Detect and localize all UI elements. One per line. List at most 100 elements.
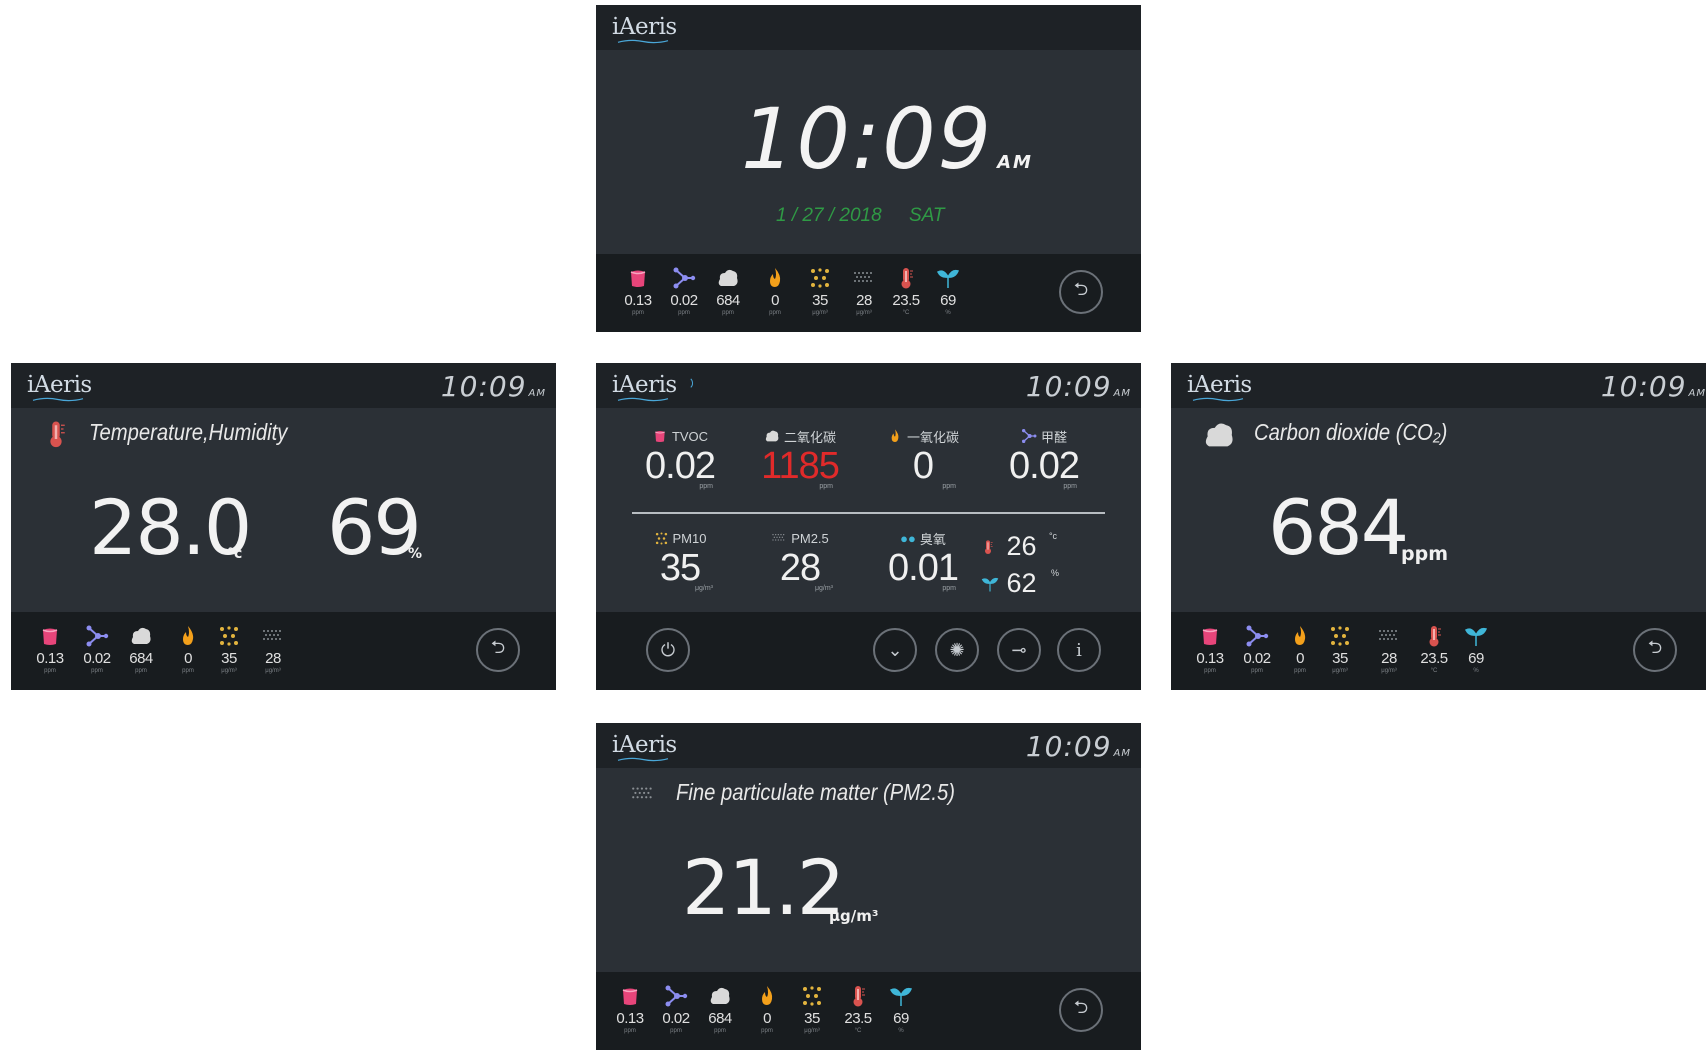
key-icon: ⊸ xyxy=(1011,639,1027,660)
formaldehyde-icon xyxy=(85,624,109,648)
pm25-cell: PM2.5 28 μg/m³ xyxy=(745,529,855,592)
mini-tvoc: 0.13 ppm xyxy=(1188,624,1232,674)
pm10-dots-icon xyxy=(800,984,824,1008)
mini-pm10: 35 μg/m³ xyxy=(207,624,251,674)
co2-value: 1185 xyxy=(761,445,840,487)
co2-cloud-icon xyxy=(129,624,153,648)
header-bar: iAeris ◝ 10:09 AM xyxy=(596,363,1141,408)
back-button[interactable]: ⮌ xyxy=(1059,270,1103,314)
mini-tvoc: 0.13 ppm xyxy=(28,624,72,674)
temp-value: 26 xyxy=(1006,531,1037,561)
logo-wave-icon xyxy=(29,397,87,402)
brand-logo: iAeris xyxy=(1187,372,1252,398)
back-button[interactable]: ⮌ xyxy=(476,628,520,672)
mini-co2: 684 ppm xyxy=(706,266,750,316)
back-icon: ⮌ xyxy=(490,637,506,657)
header-clock: 10:09 AM xyxy=(1025,730,1131,763)
tvoc-icon xyxy=(626,266,650,290)
info-icon: i xyxy=(1076,639,1082,661)
info-button[interactable]: i xyxy=(1057,628,1101,672)
mini-pm10: 35 μg/m³ xyxy=(790,984,834,1034)
clock-time: 10:09 AM xyxy=(741,90,1033,188)
back-icon: ⮌ xyxy=(1073,279,1089,299)
back-icon: ⮌ xyxy=(1073,997,1089,1017)
hcho-value: 0.02 xyxy=(1009,445,1080,487)
humidity-leaf-icon xyxy=(936,266,960,290)
co-flame-icon xyxy=(1288,624,1312,648)
co-flame-icon xyxy=(755,984,779,1008)
thermometer-icon xyxy=(980,537,996,557)
back-button[interactable]: ⮌ xyxy=(1059,988,1103,1032)
logo-wave-icon xyxy=(614,757,672,762)
back-button[interactable]: ⮌ xyxy=(1633,628,1677,672)
brightness-button[interactable]: ✺ xyxy=(935,628,979,672)
humidity-value: 69 xyxy=(327,483,422,572)
pm10-dots-icon xyxy=(808,266,832,290)
logo-wave-icon xyxy=(614,397,672,402)
clock-weekday: SAT xyxy=(908,205,945,226)
tvoc-icon xyxy=(652,428,668,444)
mini-hcho: 0.02 ppm xyxy=(75,624,119,674)
clock-ampm: AM xyxy=(997,152,1033,173)
co-value: 0 xyxy=(912,445,934,487)
power-button[interactable]: ⏻ xyxy=(646,628,690,672)
pm25-dots-icon xyxy=(1377,624,1401,648)
pm25-dots-icon xyxy=(852,266,876,290)
tvoc-icon xyxy=(1198,624,1222,648)
power-icon: ⏻ xyxy=(660,639,676,660)
pm10-dots-icon xyxy=(217,624,241,648)
brand-logo: iAeris xyxy=(612,732,677,758)
temp-cell: 26 °c xyxy=(980,531,1057,562)
co2-unit: ppm xyxy=(1401,543,1448,565)
humidity-cell: 62 % xyxy=(980,568,1059,599)
sensor-bar: 0.13 ppm 0.02 ppm 684 ppm 0 ppm 35 μg/m³ 23.5… xyxy=(596,972,1141,1050)
pm25-screen: iAeris 10:09 AM Fine particulate matter (… xyxy=(596,723,1141,1050)
settings-button[interactable]: ⊸ xyxy=(997,628,1041,672)
humidity-leaf-icon xyxy=(1464,624,1488,648)
mini-tvoc: 0.13 ppm xyxy=(608,984,652,1034)
humidity-leaf-icon xyxy=(980,575,1000,593)
mini-pm25: 28 μg/m³ xyxy=(251,624,295,674)
dashboard-screen: iAeris ◝ 10:09 AM TVOC 0.02 ppm 二氧化碳 1185… xyxy=(596,363,1141,690)
mini-hum: 69% xyxy=(1454,624,1498,674)
formaldehyde-icon xyxy=(672,266,696,290)
pm25-dots-icon xyxy=(627,781,659,807)
ozone-icon: ●● xyxy=(900,530,916,546)
mini-pm25: 28 μg/m³ xyxy=(842,266,886,316)
formaldehyde-icon xyxy=(1245,624,1269,648)
pm10-value: 35 xyxy=(659,547,701,589)
mini-hum: 69% xyxy=(879,984,923,1034)
thermometer-icon xyxy=(41,418,71,450)
tvoc-icon xyxy=(38,624,62,648)
mini-co: 0 ppm xyxy=(166,624,210,674)
formaldehyde-icon xyxy=(664,984,688,1008)
back-icon: ⮌ xyxy=(1647,637,1663,657)
co2-cloud-icon xyxy=(764,428,780,444)
co-flame-icon xyxy=(176,624,200,648)
pm10-dots-icon xyxy=(1328,624,1352,648)
temperature-unit: °c xyxy=(227,546,243,562)
divider xyxy=(632,512,1105,514)
tvoc-value: 0.02 xyxy=(645,445,716,487)
co-flame-icon xyxy=(763,266,787,290)
page-title: Temperature,Humidity xyxy=(89,419,288,445)
logo-wave-icon xyxy=(1189,397,1247,402)
co-cell: 一氧化碳 0 ppm xyxy=(868,427,978,490)
pm25-dots-icon xyxy=(261,624,285,648)
co2-cell: 二氧化碳 1185 ppm xyxy=(745,427,855,491)
sensor-bar: 0.13 ppm 0.02 ppm 0 ppm 35 μg/m³ 28 μg/m³ 23.… xyxy=(1171,612,1706,690)
thermometer-icon xyxy=(894,266,918,290)
humidity-leaf-icon xyxy=(889,984,913,1008)
sensor-bar: 0.13 ppm 0.02 ppm 684 ppm 0 ppm 35 μg/m³ 28 μg… xyxy=(596,254,1141,332)
sensor-bar: 0.13 ppm 0.02 ppm 684 ppm 0 ppm 35 μg/m³ 28 μg… xyxy=(11,612,556,690)
mini-pm10: 35 μg/m³ xyxy=(798,266,842,316)
co2-cloud-icon xyxy=(708,984,732,1008)
logo-wave-icon xyxy=(614,39,672,44)
header-bar: iAeris 10:09 AM xyxy=(11,363,556,408)
co2-screen: iAeris 10:09 AM Carbon dioxide (CO₂) 684 … xyxy=(1171,363,1706,690)
menu-down-button[interactable]: ⌄ xyxy=(873,628,917,672)
mini-hcho: 0.02 ppm xyxy=(654,984,698,1034)
chevron-down-icon: ⌄ xyxy=(887,639,903,660)
pm25-dots-icon xyxy=(771,530,787,546)
tvoc-icon xyxy=(618,984,642,1008)
